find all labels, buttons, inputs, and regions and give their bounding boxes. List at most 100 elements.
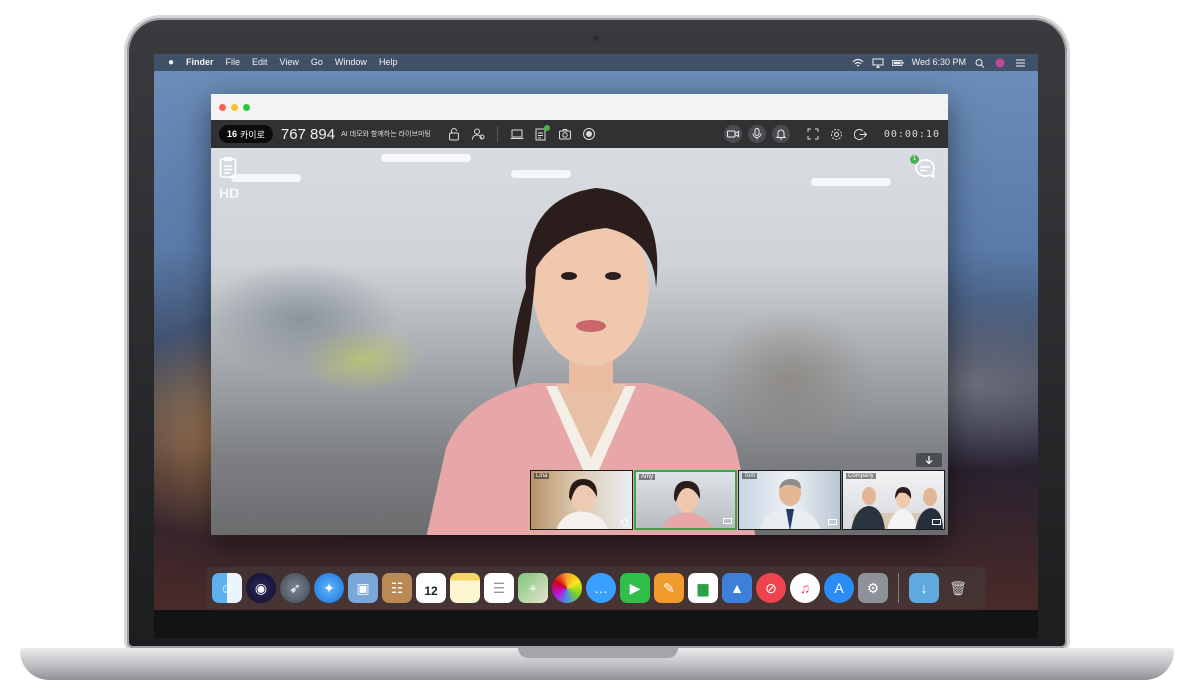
calendar-day: 12 [424, 584, 438, 598]
background-light [811, 178, 891, 186]
participant-thumbnail[interactable]: Lina [530, 470, 633, 530]
collapse-thumbnails-button[interactable] [916, 453, 942, 467]
laptop-notch [518, 648, 678, 658]
airplay-icon[interactable] [872, 58, 884, 68]
app-store-icon[interactable]: A [824, 573, 854, 603]
safari-icon[interactable]: ✦ [314, 573, 344, 603]
notification-toggle-button[interactable] [771, 125, 790, 143]
music-icon[interactable]: ♫ [790, 573, 820, 603]
screen-share-status-icon [932, 519, 941, 525]
menu-finder[interactable]: Finder [186, 54, 214, 71]
preview-icon[interactable]: ▣ [348, 573, 378, 603]
participant-permission-icon[interactable] [469, 125, 487, 143]
meeting-timer: 00:00:10 [883, 128, 940, 140]
toolbar-divider [496, 126, 498, 142]
reminders-icon[interactable]: ☰ [484, 573, 514, 603]
participant-thumbnail-strip: Lina Amy Tom Company [530, 470, 945, 530]
participant-video [759, 479, 821, 529]
participant-name: Tom [742, 473, 758, 479]
desktop-screen: ● Finder File Edit View Go Window Help W… [154, 54, 1038, 610]
menu-edit[interactable]: Edit [252, 54, 268, 71]
participant-name: Company [846, 473, 876, 479]
chat-unread-badge: 1 [910, 155, 919, 164]
participant-thumbnail[interactable]: Company [842, 470, 945, 530]
photos-icon[interactable] [552, 573, 582, 603]
participant-video [556, 479, 609, 529]
window-titlebar [211, 94, 948, 120]
zoom-window-button[interactable] [243, 103, 250, 111]
document-share-badge [543, 125, 550, 131]
exit-meeting-icon[interactable] [852, 125, 870, 143]
minimize-window-button[interactable] [231, 103, 238, 111]
participant-thumbnail-active-speaker[interactable]: Amy [634, 470, 737, 530]
arrow-down-icon [925, 456, 933, 465]
document-share-icon[interactable] [532, 125, 550, 143]
calendar-icon[interactable]: 12 [416, 573, 446, 603]
facetime-icon[interactable]: ▶ [620, 573, 650, 603]
participant-video [851, 487, 943, 529]
webcam [593, 35, 599, 41]
camera-toggle-button[interactable] [723, 125, 742, 143]
participant-name: Lina [534, 473, 550, 479]
menu-bar: ● Finder File Edit View Go Window Help W… [154, 54, 1038, 71]
launchpad-icon[interactable]: ➶ [280, 573, 310, 603]
participant-video [662, 481, 713, 528]
screen-share-icon[interactable] [508, 125, 526, 143]
news-icon[interactable]: ⊘ [756, 573, 786, 603]
participant-status-icon [621, 519, 628, 526]
room-title: AI 데모와 함께하는 라이브미팅 [341, 131, 431, 138]
microphone-toggle-button[interactable] [747, 125, 766, 143]
room-id: 767 894 [280, 125, 336, 143]
pages-icon[interactable]: ✎ [654, 573, 684, 603]
notes-icon[interactable] [450, 573, 480, 603]
lock-room-icon[interactable] [445, 125, 463, 143]
microphone-icon [752, 128, 762, 140]
record-icon[interactable] [580, 125, 598, 143]
clipboard-notes-icon[interactable] [219, 156, 237, 178]
screen-share-status-icon [828, 519, 837, 525]
messages-icon[interactable]: … [586, 573, 616, 603]
background-light [231, 174, 301, 182]
maps-icon[interactable]: ⌖ [518, 573, 548, 603]
numbers-icon[interactable]: ▆ [688, 573, 718, 603]
battery-icon[interactable] [891, 58, 904, 68]
siri-menubar-icon[interactable] [994, 58, 1006, 68]
settings-gear-icon[interactable] [828, 125, 846, 143]
close-window-button[interactable] [219, 103, 226, 111]
screen-share-status-icon [723, 518, 732, 524]
apple-menu-icon[interactable]: ● [164, 54, 178, 71]
fullscreen-icon[interactable] [804, 125, 822, 143]
downloads-folder-icon[interactable]: ↓ [909, 573, 939, 603]
toolbar-right-controls: 00:00:10 [718, 125, 940, 143]
participant-thumbnail[interactable]: Tom [738, 470, 841, 530]
wifi-icon[interactable] [852, 58, 864, 68]
participant-label: 카이로 [240, 129, 265, 140]
trash-icon[interactable]: 🗑 [943, 573, 973, 603]
menubar-clock[interactable]: Wed 6:30 PM [912, 54, 966, 71]
video-camera-icon [726, 130, 739, 138]
system-preferences-icon[interactable]: ⚙ [858, 573, 888, 603]
dock-separator [898, 573, 899, 603]
video-quality-label: HD [219, 185, 240, 201]
participant-count: 16 [227, 129, 238, 139]
notification-center-icon[interactable] [1014, 58, 1026, 68]
chat-button[interactable]: 1 [910, 155, 938, 182]
spotlight-search-icon[interactable] [974, 58, 986, 68]
siri-icon[interactable]: ◉ [246, 573, 276, 603]
menu-window[interactable]: Window [335, 54, 367, 71]
bell-icon [775, 129, 786, 140]
keynote-icon[interactable]: ▲ [722, 573, 752, 603]
participant-count-badge[interactable]: 16 카이로 [219, 125, 273, 143]
contacts-icon[interactable]: ☷ [382, 573, 412, 603]
menu-help[interactable]: Help [379, 54, 398, 71]
finder-icon[interactable]: ☺ [212, 573, 242, 603]
snapshot-camera-icon[interactable] [556, 125, 574, 143]
stage-left-overlay: HD [219, 156, 239, 201]
meeting-toolbar: 16 카이로 767 894 AI 데모와 함께하는 라이브미팅 00:00:1… [211, 120, 948, 148]
conference-window: 16 카이로 767 894 AI 데모와 함께하는 라이브미팅 00:00:1… [211, 94, 948, 535]
menu-file[interactable]: File [226, 54, 241, 71]
menu-view[interactable]: View [280, 54, 299, 71]
laptop-bottom-bezel [154, 610, 1038, 638]
participant-name: Amy [639, 474, 655, 480]
menu-go[interactable]: Go [311, 54, 323, 71]
